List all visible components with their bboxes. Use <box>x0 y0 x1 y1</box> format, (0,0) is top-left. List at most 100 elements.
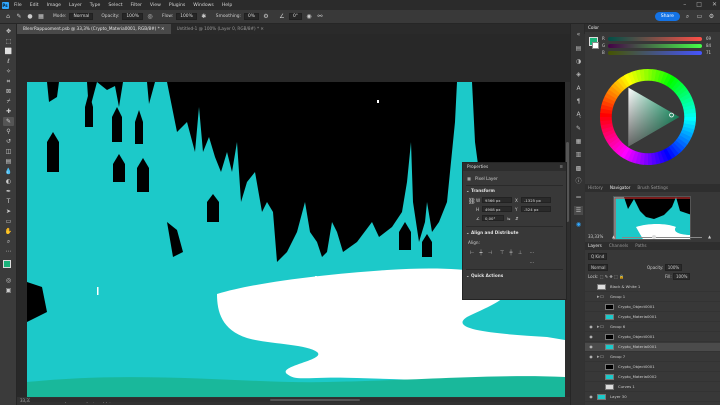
airbrush-icon[interactable]: ✱ <box>200 13 208 21</box>
pen-tool-icon[interactable]: ✒ <box>3 187 14 196</box>
align-more-icon[interactable]: ⋯ <box>529 250 535 256</box>
menu-layer[interactable]: Layer <box>65 3 86 8</box>
layer-row[interactable]: Crypto_Materia0001 <box>585 313 720 322</box>
crop-tool-icon[interactable]: ⌗ <box>3 77 14 86</box>
workspace-icon[interactable]: ▭ <box>695 12 704 21</box>
layer-name[interactable]: Crypto_Object0001 <box>618 303 655 312</box>
align-top-icon[interactable]: ⊤ <box>499 250 505 256</box>
app-logo[interactable]: Ps <box>0 0 10 10</box>
transform-section[interactable]: ⌄ Transform <box>466 188 495 193</box>
g-slider[interactable] <box>608 44 702 48</box>
eyedropper-tool-icon[interactable]: ⌿ <box>3 97 14 106</box>
brushes-icon[interactable]: ✎ <box>574 124 583 133</box>
blend-mode-select[interactable]: Normal <box>588 264 609 271</box>
opacity-field[interactable]: 100% <box>122 13 143 20</box>
horizontal-scroll-thumb[interactable] <box>270 399 360 401</box>
layer-name[interactable]: Group 1 <box>610 293 625 302</box>
layer-name[interactable]: Group 6 <box>610 323 625 332</box>
tab-document-1[interactable]: BlenrRappuoment.psb @ 33,3% (Crypto_Mate… <box>17 24 171 34</box>
layer-name[interactable]: Black & White 1 <box>610 283 640 292</box>
layer-name[interactable]: Crypto_Materia0001 <box>618 313 657 322</box>
more-tools-icon[interactable]: ⋯ <box>3 247 14 256</box>
menu-image[interactable]: Image <box>43 3 65 8</box>
flip-horizontal-icon[interactable]: ⇋ <box>507 216 511 221</box>
home-icon[interactable]: ⌂ <box>4 13 12 21</box>
visibility-eye-icon[interactable]: ◉ <box>588 353 594 362</box>
tab-paths[interactable]: Paths <box>635 242 646 250</box>
close-icon[interactable]: ✕ <box>712 0 717 10</box>
collapse-icon[interactable]: « <box>574 30 583 39</box>
histogram-icon[interactable]: ▁ <box>574 190 583 199</box>
tab-channels[interactable]: Channels <box>609 242 628 250</box>
gear-icon[interactable]: ⚙ <box>707 12 716 21</box>
tab-color[interactable]: Color <box>588 24 599 32</box>
layer-name[interactable]: Group 7 <box>610 353 625 362</box>
path-select-icon[interactable]: ➤ <box>3 207 14 216</box>
layer-row[interactable]: Crypto_Materia0002 <box>585 373 720 382</box>
brush-tool-icon[interactable]: ✎ <box>3 117 14 126</box>
flip-vertical-icon[interactable]: ⇵ <box>515 216 519 221</box>
distribute-more-icon[interactable]: ⋯ <box>529 260 535 266</box>
share-button[interactable]: Share <box>654 12 680 21</box>
libraries-icon[interactable]: ▤ <box>574 44 583 53</box>
quick-actions-section[interactable]: ⌄ Quick Actions <box>466 273 503 278</box>
layer-row[interactable]: ▸▭ Group 1 <box>585 293 720 302</box>
gradient-tool-icon[interactable]: ▤ <box>3 157 14 166</box>
hand-tool-icon[interactable]: ✋ <box>3 227 14 236</box>
pressure-opacity-icon[interactable]: ◎ <box>146 13 154 21</box>
visibility-eye-icon[interactable]: ◉ <box>588 323 594 332</box>
g-value[interactable]: 84 <box>706 43 711 48</box>
folder-icon[interactable]: ▸▭ <box>597 294 604 300</box>
screen-mode-icon[interactable]: ▣ <box>3 286 14 295</box>
x-field[interactable]: -1325 px <box>521 197 551 203</box>
menu-filter[interactable]: Filter <box>127 3 146 8</box>
layer-row[interactable]: ◉ ▸▭ Group 7 <box>585 353 720 362</box>
patterns-icon[interactable]: ▩ <box>574 164 583 173</box>
mode-select[interactable]: Normal <box>69 13 94 20</box>
foreground-color-swatch[interactable] <box>3 260 11 268</box>
navigator-zoom[interactable]: 33,33% <box>588 234 603 239</box>
menu-select[interactable]: Select <box>104 3 126 8</box>
swatches-icon[interactable]: ▦ <box>574 137 583 146</box>
menu-view[interactable]: View <box>146 3 165 8</box>
tab-document-2[interactable]: Untitled-1 @ 100% (Layer 0, RGB/8#) * ✕ <box>171 24 270 34</box>
align-center-h-icon[interactable]: ┿ <box>478 250 484 256</box>
gradients-icon[interactable]: ▥ <box>574 150 583 159</box>
shape-tool-icon[interactable]: ▭ <box>3 217 14 226</box>
glyphs-icon[interactable]: Ą <box>574 110 583 119</box>
search-icon[interactable]: ⌕ <box>683 12 692 21</box>
y-field[interactable]: -524 px <box>521 206 551 212</box>
brush-preset-icon[interactable]: ● <box>26 13 34 21</box>
clone-stamp-icon[interactable]: ⚲ <box>3 127 14 136</box>
quick-mask-icon[interactable]: ◎ <box>3 276 14 285</box>
align-left-icon[interactable]: ⊢ <box>469 250 475 256</box>
layer-name[interactable]: Crypto_Object0001 <box>618 363 655 372</box>
menu-file[interactable]: File <box>10 3 26 8</box>
layer-row[interactable]: ◉ Layer 30 <box>585 393 720 402</box>
move-tool-icon[interactable]: ✥ <box>3 27 14 36</box>
smoothing-settings-icon[interactable]: ⚙ <box>262 13 270 21</box>
b-slider[interactable] <box>608 51 702 55</box>
color-wheel[interactable] <box>599 68 697 166</box>
eraser-tool-icon[interactable]: ◫ <box>3 147 14 156</box>
tab-navigator[interactable]: Navigator <box>610 184 631 192</box>
zoom-slider-thumb[interactable] <box>652 235 656 239</box>
align-section[interactable]: ⌄ Align and Distribute <box>466 230 519 235</box>
menu-help[interactable]: Help <box>218 3 236 8</box>
menu-windows[interactable]: Windows <box>189 3 218 8</box>
align-middle-v-icon[interactable]: ╪ <box>508 250 514 256</box>
layer-name[interactable]: Curves 1 <box>618 383 635 392</box>
menu-type[interactable]: Type <box>86 3 105 8</box>
height-field[interactable]: 4908 px <box>482 206 512 212</box>
panel-menu-icon[interactable]: ≡ <box>559 163 563 171</box>
marquee-tool-icon[interactable]: ⬜ <box>3 47 14 56</box>
tab-layers[interactable]: Layers <box>588 242 602 250</box>
menu-edit[interactable]: Edit <box>26 3 43 8</box>
lasso-tool-icon[interactable]: ℓ <box>3 57 14 66</box>
menu-plugins[interactable]: Plugins <box>165 3 189 8</box>
layer-name[interactable]: Crypto_Materia0001 <box>618 343 657 352</box>
dodge-tool-icon[interactable]: ◐ <box>3 177 14 186</box>
layer-row[interactable]: ◉ Crypto_Object0001 <box>585 333 720 342</box>
learn-icon[interactable]: ◉ <box>574 220 583 229</box>
adjustments-icon[interactable]: ◑ <box>574 57 583 66</box>
